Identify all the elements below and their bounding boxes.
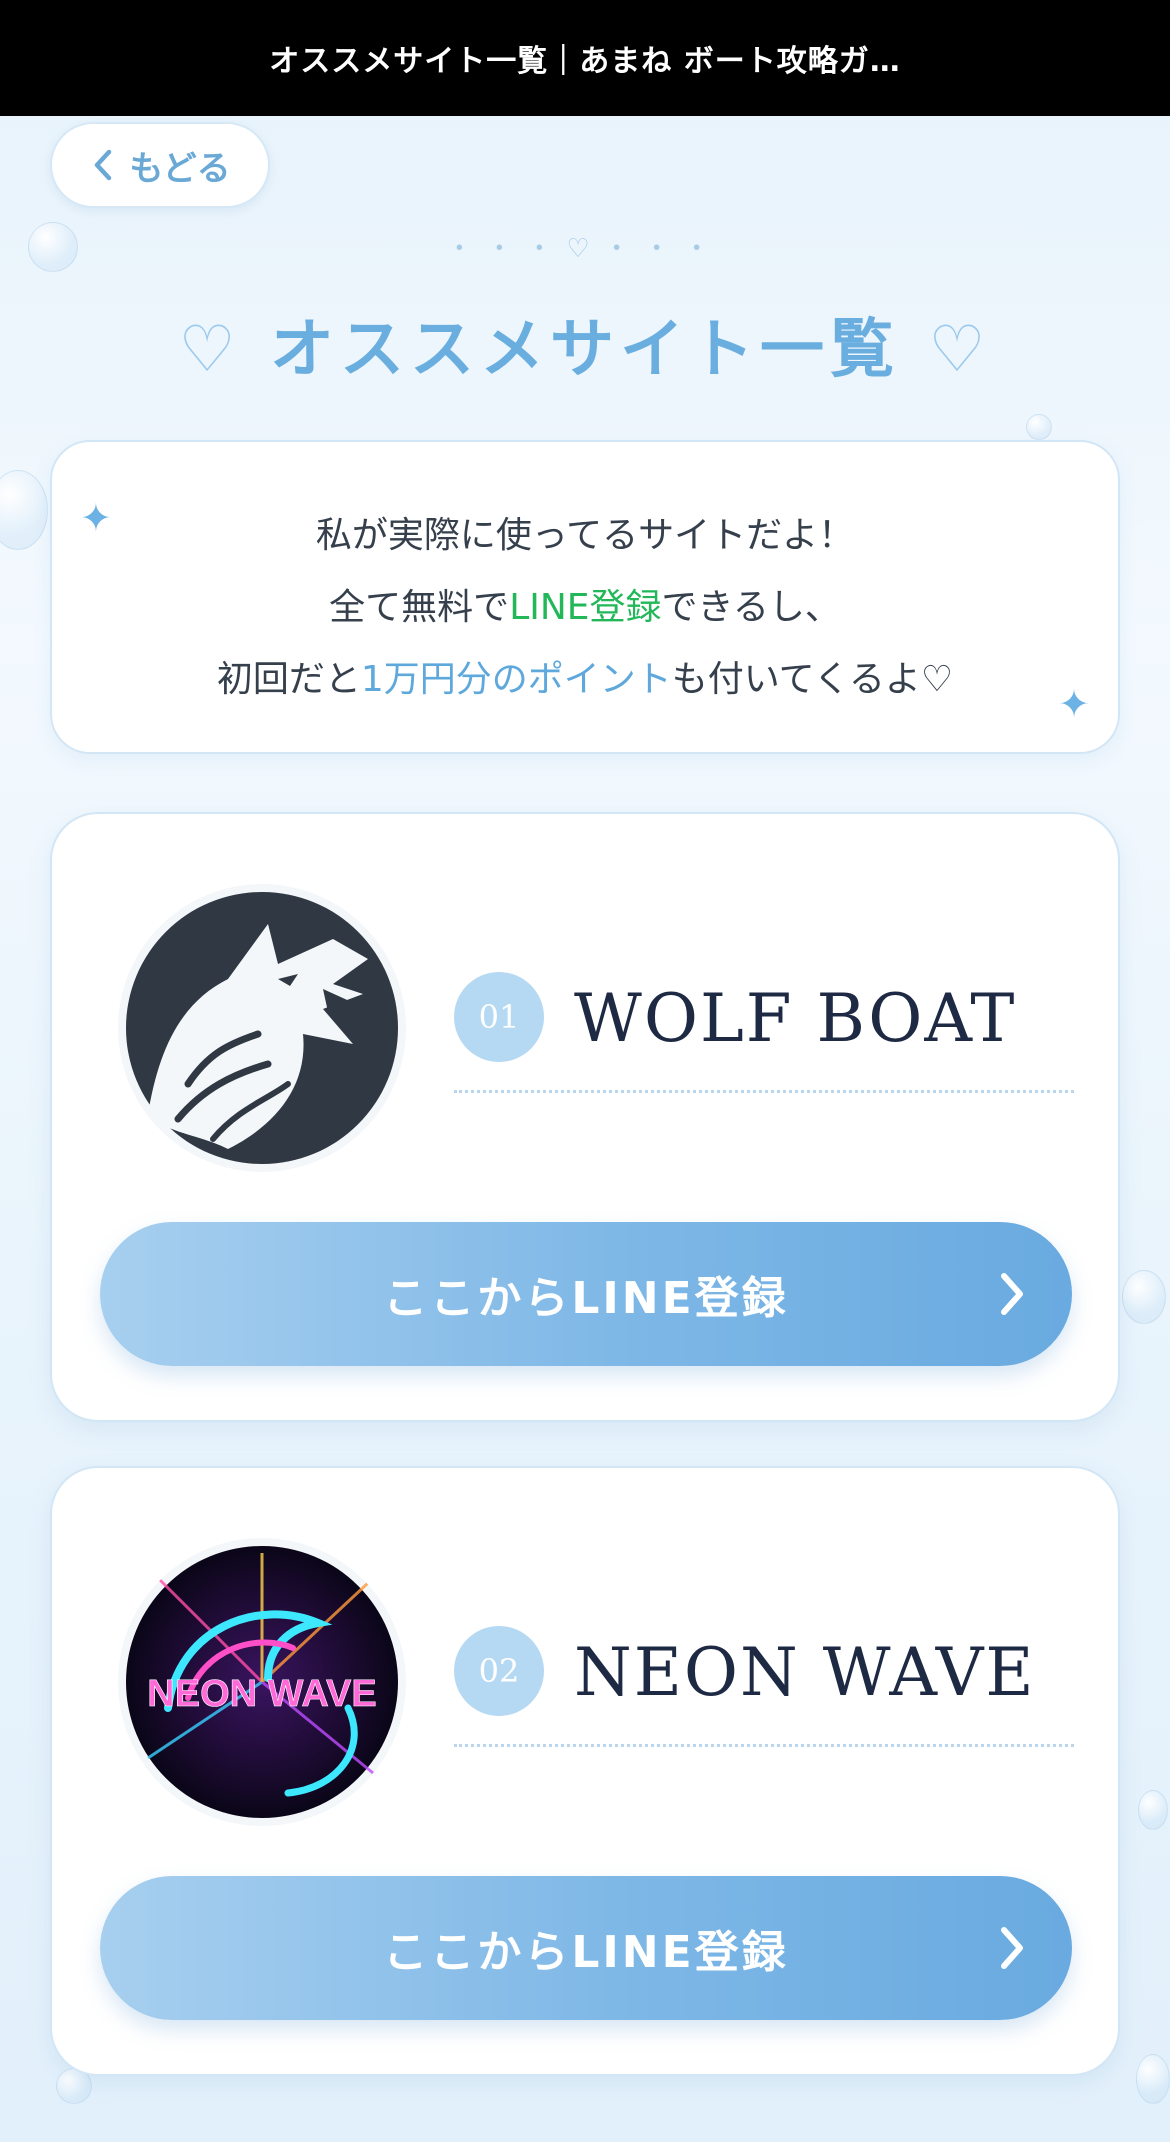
site-number-badge: 01 [454,972,544,1062]
line-registration-highlight: LINE登録 [509,587,662,628]
line-register-button-label: ここからLINE登録 [383,1927,789,1978]
points-highlight: 1万円分のポイント [360,659,672,700]
site-name: WOLF BOAT [574,980,1017,1057]
water-bubble [1136,2054,1170,2104]
water-bubble [1122,1270,1166,1324]
decorative-dots: ・・・♡・・・ [446,234,724,264]
intro-message-box: ✦ ✦ 私が実際に使ってるサイトだよ！ 全て無料でLINE登録できるし、 初回だ… [50,440,1120,754]
chevron-right-icon [1001,1273,1023,1315]
sparkle-icon: ✦ [1058,682,1090,726]
site-card-wolf-boat: 01 WOLF BOAT ここからLINE登録 [50,812,1120,1422]
line-register-button[interactable]: ここからLINE登録 [100,1876,1072,2020]
site-card-neon-wave: NEON WAVE 02 NEON WAVE ここからLINE登録 [50,1466,1120,2076]
page-title: オススメサイト一覧｜あまね ボート攻略ガ… [269,44,901,79]
neon-wave-logo-text: NEON WAVE [147,1673,376,1715]
back-button-label: もどる [129,148,231,189]
chevron-right-icon [1001,1927,1023,1969]
water-bubble [1026,414,1052,440]
water-bubble [0,470,48,550]
sparkle-icon: ✦ [80,496,112,540]
neon-wave-logo-icon: NEON WAVE [118,1538,406,1826]
heart-icon: ♡ [928,313,992,387]
site-number-badge: 02 [454,1626,544,1716]
dotted-divider [454,1744,1074,1747]
intro-line-2: 全て無料でLINE登録できるし、 [329,587,841,628]
heart-icon: ♡ [178,313,242,387]
dotted-divider [454,1090,1074,1093]
page-title-bar: オススメサイト一覧｜あまね ボート攻略ガ… [0,0,1170,116]
intro-line-3: 初回だと1万円分のポイントも付いてくるよ♡ [216,659,954,700]
section-title: ♡ オススメサイト一覧 ♡ [0,298,1170,390]
wolf-logo-icon [118,884,406,1172]
back-button[interactable]: もどる [50,122,270,208]
site-name: NEON WAVE [574,1634,1036,1711]
line-register-button-label: ここからLINE登録 [383,1273,789,1324]
section-title-text: オススメサイト一覧 [270,312,900,387]
intro-line-1: 私が実際に使ってるサイトだよ！ [315,515,855,556]
chevron-left-icon [95,149,112,181]
line-register-button[interactable]: ここからLINE登録 [100,1222,1072,1366]
water-bubble [1138,1790,1168,1830]
